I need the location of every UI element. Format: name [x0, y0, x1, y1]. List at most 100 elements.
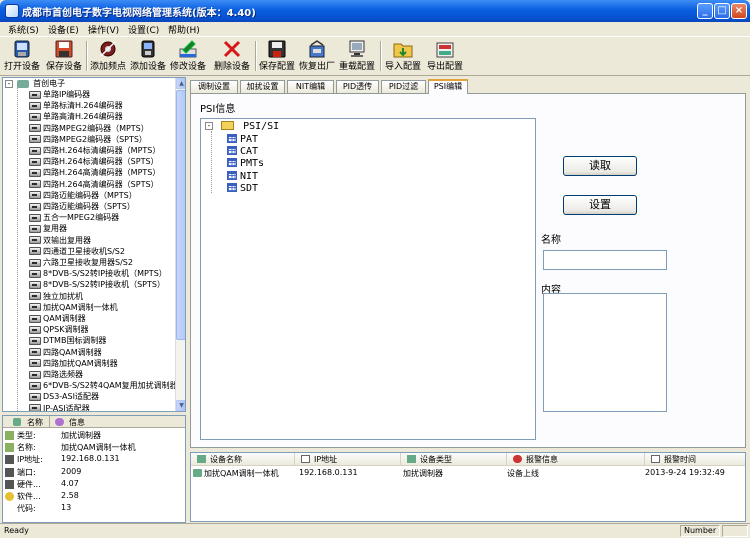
device-icon: [29, 370, 41, 379]
status-panel: [722, 525, 748, 537]
tree-item[interactable]: 四路选频器: [29, 369, 83, 380]
tree-item[interactable]: QPSK调制器: [29, 324, 88, 335]
table-icon: [227, 182, 237, 192]
export-config-icon: [435, 39, 455, 58]
maximize-button[interactable]: □: [714, 3, 730, 19]
export-config-button[interactable]: 导出配置: [425, 39, 465, 73]
device-alarm-grid: 设备名称 IP地址 设备类型 报警信息 报警时间 加扰QAM调制一体机 192.1…: [190, 452, 746, 522]
menu-settings[interactable]: 设置(C): [128, 23, 159, 36]
add-device-button[interactable]: 添加设备: [130, 39, 166, 73]
tree-item[interactable]: 四通道卫星接收机S/S2: [29, 246, 125, 257]
content-field[interactable]: [543, 293, 667, 412]
alarm-icon: [513, 455, 522, 463]
tree-item[interactable]: 四路加扰QAM调制器: [29, 358, 118, 369]
tree-item[interactable]: 四路MPEG2编码器（SPTS）: [29, 134, 147, 145]
tree-item[interactable]: 复用器: [29, 223, 67, 234]
menu-system[interactable]: 系统(S): [8, 23, 39, 36]
edit-device-button[interactable]: 修改设备: [170, 39, 206, 73]
tree-item[interactable]: 独立加扰机: [29, 291, 83, 302]
col-alarm-time[interactable]: 报警时间: [645, 453, 745, 466]
menu-device[interactable]: 设备(E): [48, 23, 79, 36]
add-frequency-button[interactable]: 添加频点: [90, 39, 126, 73]
factory-reset-button[interactable]: 恢复出厂: [299, 39, 335, 73]
tree-item[interactable]: 双输出复用器: [29, 235, 91, 246]
add-device-icon: [138, 39, 158, 58]
tree-item[interactable]: DS3-ASI适配器: [29, 391, 99, 402]
table-cell: 加扰调制器: [403, 469, 443, 478]
tab-5[interactable]: PSI编辑: [428, 79, 468, 94]
save-device-button[interactable]: 保存设备: [46, 39, 82, 73]
delete-device-button[interactable]: 删除设备: [212, 39, 252, 73]
name-field[interactable]: [543, 250, 667, 270]
type-icon: [407, 455, 416, 463]
tree-item[interactable]: 单路高清H.264编码器: [29, 111, 123, 122]
device-icon: [29, 280, 41, 289]
tree-item[interactable]: 单路标清H.264编码器: [29, 100, 123, 111]
tree-item[interactable]: 8*DVB-S/S2转IP接收机（SPTS）: [29, 279, 165, 290]
minimize-button[interactable]: _: [697, 3, 713, 19]
tab-1[interactable]: 加扰设置: [240, 80, 285, 93]
ip-icon: [301, 455, 310, 463]
psi-node[interactable]: NIT: [227, 170, 258, 182]
tree-item[interactable]: 四路H.264标清编码器（SPTS）: [29, 156, 159, 167]
col-ip-address[interactable]: IP地址: [295, 453, 401, 466]
tree-item[interactable]: 单路IP编码器: [29, 89, 90, 100]
open-device-icon: [12, 39, 32, 58]
tree-item[interactable]: 四路迈能编码器（MPTS）: [29, 190, 137, 201]
tree-item[interactable]: 6*DVB-S/S2转4QAM复用加扰调制器: [29, 380, 178, 391]
psi-node[interactable]: SDT: [227, 182, 258, 194]
menu-operation[interactable]: 操作(V): [88, 23, 119, 36]
tree-item[interactable]: 四路QAM调制器: [29, 347, 102, 358]
tree-item[interactable]: 四路MPEG2编码器（MPTS）: [29, 123, 149, 134]
open-device-button[interactable]: 打开设备: [4, 39, 40, 73]
collapse-icon[interactable]: -: [205, 122, 213, 130]
col-device-name[interactable]: 设备名称: [191, 453, 295, 466]
read-button[interactable]: 读取: [563, 156, 637, 176]
col-device-type[interactable]: 设备类型: [401, 453, 507, 466]
psi-node[interactable]: PMTs: [227, 158, 264, 169]
scroll-down-icon[interactable]: ▼: [176, 400, 185, 411]
menu-help[interactable]: 帮助(H): [168, 23, 200, 36]
tree-item[interactable]: 四路H.264高清编码器（MPTS）: [29, 167, 160, 178]
save-config-button[interactable]: 保存配置: [259, 39, 295, 73]
tree-item[interactable]: 8*DVB-S/S2转IP接收机（MPTS）: [29, 268, 167, 279]
psi-node[interactable]: PAT: [227, 134, 258, 145]
scroll-thumb[interactable]: [176, 90, 185, 340]
tree-item[interactable]: 四路H.264标清编码器（MPTS）: [29, 145, 160, 156]
set-button[interactable]: 设置: [563, 195, 637, 215]
import-config-button[interactable]: 导入配置: [385, 39, 421, 73]
collapse-icon[interactable]: -: [5, 79, 13, 88]
tree-root[interactable]: - 首创电子: [5, 78, 65, 89]
psi-root-node[interactable]: - PSI/SI: [205, 121, 279, 132]
tree-item[interactable]: DTMB国标调制器: [29, 335, 106, 346]
close-button[interactable]: ×: [731, 3, 747, 19]
device-icon: [29, 325, 41, 334]
col-alarm-info[interactable]: 报警信息: [507, 453, 645, 466]
info-row-icon: [5, 431, 14, 440]
tree-item[interactable]: 五合一MPEG2编码器: [29, 212, 119, 223]
tab-2[interactable]: NIT编辑: [287, 80, 334, 93]
tree-item[interactable]: QAM调制器: [29, 313, 86, 324]
table-cell: 加扰QAM调制一体机: [193, 468, 279, 479]
info-row-icon: [5, 492, 14, 501]
title-bar: 成都市首创电子数字电视网络管理系统(版本：4.40) _ □ ×: [0, 0, 750, 22]
tree-item[interactable]: 四路H.264高清编码器（SPTS）: [29, 179, 159, 190]
tree-item[interactable]: 加扰QAM调制一体机: [29, 302, 118, 313]
device-icon: [29, 224, 41, 233]
factory-reset-icon: [307, 39, 327, 58]
status-numlock: Number: [684, 526, 717, 535]
reload-config-button[interactable]: 重载配置: [339, 39, 375, 73]
tree-scrollbar[interactable]: ▲ ▼: [175, 78, 185, 411]
psi-node[interactable]: CAT: [227, 146, 258, 157]
info-row-icon: [5, 467, 14, 477]
device-icon: [29, 191, 41, 200]
tree-item[interactable]: 六路卫星接收复用器S/S2: [29, 257, 133, 268]
device-tree: - 首创电子 单路IP编码器 单路标清H.264编码器 单路高清H.264编码器 四路…: [2, 77, 186, 412]
tree-item[interactable]: IP-ASI适配器: [29, 403, 90, 411]
scroll-up-icon[interactable]: ▲: [176, 78, 185, 89]
tree-item[interactable]: 四路迈能编码器（SPTS）: [29, 201, 135, 212]
tab-3[interactable]: PID透传: [336, 80, 379, 93]
tab-4[interactable]: PID过滤: [381, 80, 426, 93]
device-icon: [29, 336, 41, 345]
tab-0[interactable]: 调制设置: [190, 80, 238, 93]
